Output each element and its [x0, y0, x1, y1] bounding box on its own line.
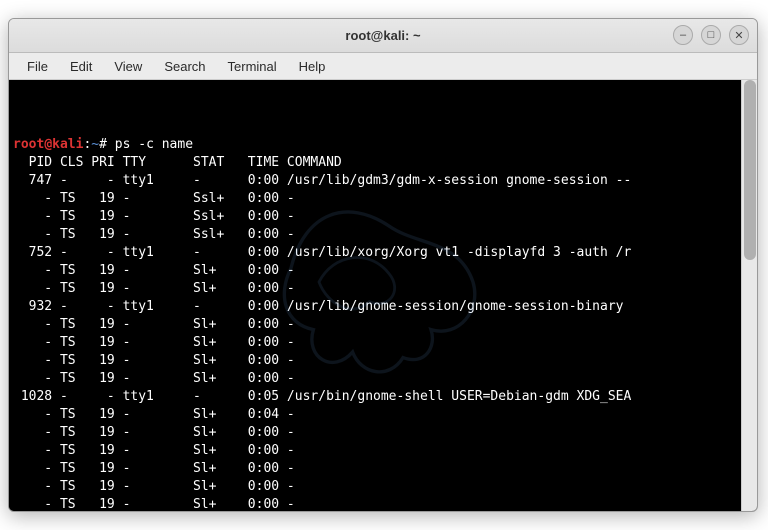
scroll-thumb[interactable]: [744, 80, 756, 260]
scrollbar[interactable]: [741, 80, 757, 511]
ps-row: 932 - - tty1 - 0:00 /usr/lib/gnome-sessi…: [13, 298, 737, 316]
menu-help[interactable]: Help: [289, 56, 336, 77]
menu-edit[interactable]: Edit: [60, 56, 102, 77]
ps-row: - TS 19 - Sl+ 0:00 -: [13, 316, 737, 334]
minimize-button[interactable]: –: [673, 25, 693, 45]
ps-row: - TS 19 - Sl+ 0:00 -: [13, 478, 737, 496]
ps-row: - TS 19 - Ssl+ 0:00 -: [13, 208, 737, 226]
ps-row: - TS 19 - Sl+ 0:00 -: [13, 352, 737, 370]
prompt-command: ps -c name: [115, 137, 193, 152]
ps-header: PID CLS PRI TTY STAT TIME COMMAND: [13, 154, 737, 172]
menu-search[interactable]: Search: [154, 56, 215, 77]
ps-row: 747 - - tty1 - 0:00 /usr/lib/gdm3/gdm-x-…: [13, 172, 737, 190]
prompt-host: @kali: [44, 137, 83, 152]
menu-terminal[interactable]: Terminal: [218, 56, 287, 77]
ps-row: - TS 19 - Ssl+ 0:00 -: [13, 190, 737, 208]
ps-row: 1028 - - tty1 - 0:05 /usr/bin/gnome-shel…: [13, 388, 737, 406]
close-button[interactable]: ✕: [729, 25, 749, 45]
ps-row: - TS 19 - Sl+ 0:00 -: [13, 496, 737, 511]
prompt-user: root: [13, 137, 44, 152]
prompt-hash: #: [99, 137, 115, 152]
titlebar: root@kali: ~ – □ ✕: [9, 19, 757, 53]
ps-row: - TS 19 - Ssl+ 0:00 -: [13, 226, 737, 244]
ps-row: - TS 19 - Sl+ 0:00 -: [13, 280, 737, 298]
terminal-window: root@kali: ~ – □ ✕ File Edit View Search…: [8, 18, 758, 512]
window-controls: – □ ✕: [673, 25, 749, 45]
ps-row: - TS 19 - Sl+ 0:00 -: [13, 262, 737, 280]
ps-row: - TS 19 - Sl+ 0:00 -: [13, 460, 737, 478]
ps-row: - TS 19 - Sl+ 0:00 -: [13, 442, 737, 460]
menu-view[interactable]: View: [104, 56, 152, 77]
terminal[interactable]: root@kali:~# ps -c name PID CLS PRI TTY …: [9, 80, 741, 511]
prompt-path: ~: [91, 137, 99, 152]
menu-file[interactable]: File: [17, 56, 58, 77]
ps-row: - TS 19 - Sl+ 0:00 -: [13, 370, 737, 388]
maximize-button[interactable]: □: [701, 25, 721, 45]
ps-row: - TS 19 - Sl+ 0:04 -: [13, 406, 737, 424]
menubar: File Edit View Search Terminal Help: [9, 53, 757, 80]
terminal-output: root@kali:~# ps -c name PID CLS PRI TTY …: [13, 136, 737, 511]
ps-row: 752 - - tty1 - 0:00 /usr/lib/xorg/Xorg v…: [13, 244, 737, 262]
window-title: root@kali: ~: [345, 28, 420, 43]
terminal-area: root@kali:~# ps -c name PID CLS PRI TTY …: [9, 80, 757, 511]
ps-row: - TS 19 - Sl+ 0:00 -: [13, 334, 737, 352]
ps-row: - TS 19 - Sl+ 0:00 -: [13, 424, 737, 442]
